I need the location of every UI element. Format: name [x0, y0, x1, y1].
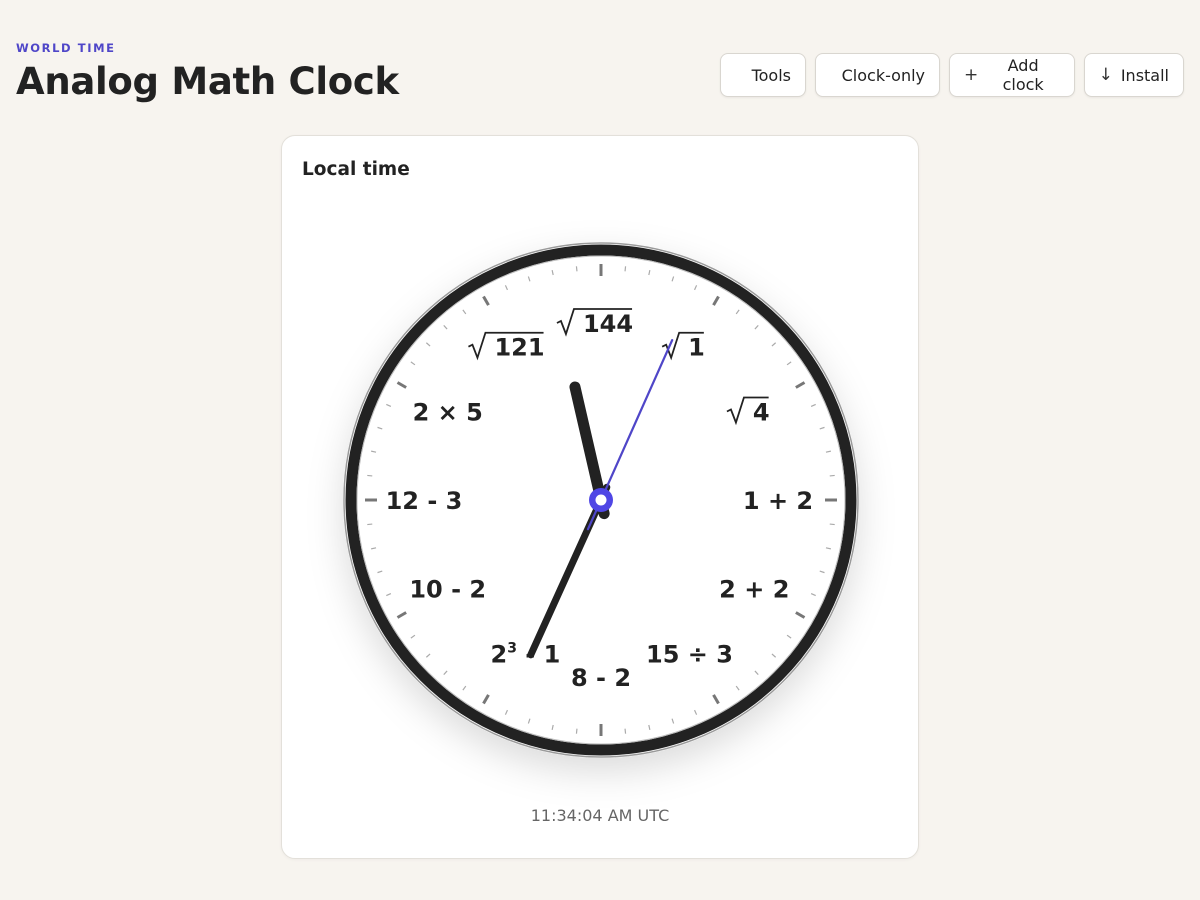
- minor-tick: [575, 728, 578, 734]
- hour-label-text: 12 - 3: [386, 487, 463, 515]
- tools-button[interactable]: Tools: [720, 53, 806, 97]
- minor-tick: [624, 728, 627, 734]
- hour-label-text: 8 - 2: [571, 664, 631, 692]
- hour-label-6: 8 - 2: [571, 664, 631, 692]
- analog-clock: 144 1 4 1 + 2 2 + 2 15 ÷ 3 8 - 2 23 - 1 10 - 2 12…: [343, 242, 859, 758]
- center-hub-dot: [595, 494, 607, 506]
- minor-tick: [624, 266, 627, 272]
- minor-tick: [829, 474, 835, 477]
- minor-tick: [829, 523, 835, 526]
- hour-label-text: 2 + 2: [719, 576, 789, 604]
- hour-label-9: 12 - 3: [386, 487, 463, 515]
- hour-label-text: 1: [688, 334, 705, 362]
- minor-tick: [367, 523, 373, 526]
- minor-tick: [575, 266, 578, 272]
- minor-tick: [367, 474, 373, 477]
- plus-icon: +: [964, 64, 979, 85]
- hour-label-text: 10 - 2: [409, 576, 486, 604]
- hour-label-5: 15 ÷ 3: [646, 640, 733, 668]
- download-arrow-icon: ↓: [1098, 64, 1113, 85]
- hour-label-3: 1 + 2: [743, 487, 813, 515]
- eyebrow-label: WORLD TIME: [16, 41, 116, 55]
- hour-label-10: 2 × 5: [413, 399, 483, 427]
- hour-label-4: 2 + 2: [719, 576, 789, 604]
- hour-label-text: 1 + 2: [743, 487, 813, 515]
- hour-label-text: 23 - 1: [491, 640, 561, 668]
- hour-label-text: 15 ÷ 3: [646, 640, 733, 668]
- hour-label-text: 2 × 5: [413, 399, 483, 427]
- add-clock-button[interactable]: + Add clock: [949, 53, 1075, 97]
- add-clock-button-label: Add clock: [1002, 56, 1044, 94]
- hour-label-8: 10 - 2: [409, 576, 486, 604]
- hour-label-7: 23 - 1: [491, 640, 561, 668]
- tools-button-label: Tools: [751, 65, 791, 85]
- power-exponent: 3: [507, 640, 517, 656]
- clock-only-button-label: Clock-only: [841, 65, 925, 85]
- page-title: Analog Math Clock: [16, 60, 399, 103]
- clock-card: Local time 144 1 4 1 + 22 + 2 15 ÷ 38 - 2 23 …: [281, 135, 919, 859]
- install-button[interactable]: ↓ Install: [1084, 53, 1184, 97]
- clock-only-button[interactable]: Clock-only: [815, 53, 940, 97]
- hour-label-text: 144: [583, 310, 633, 338]
- toolbar: Tools Clock-only + Add clock ↓ Install: [720, 53, 1184, 97]
- time-readout: 11:34:04 AM UTC: [530, 806, 670, 825]
- hour-label-text: 121: [494, 334, 544, 362]
- hour-label-text: 4: [753, 399, 770, 427]
- install-button-label: Install: [1120, 65, 1169, 85]
- power-base: 2: [491, 640, 508, 668]
